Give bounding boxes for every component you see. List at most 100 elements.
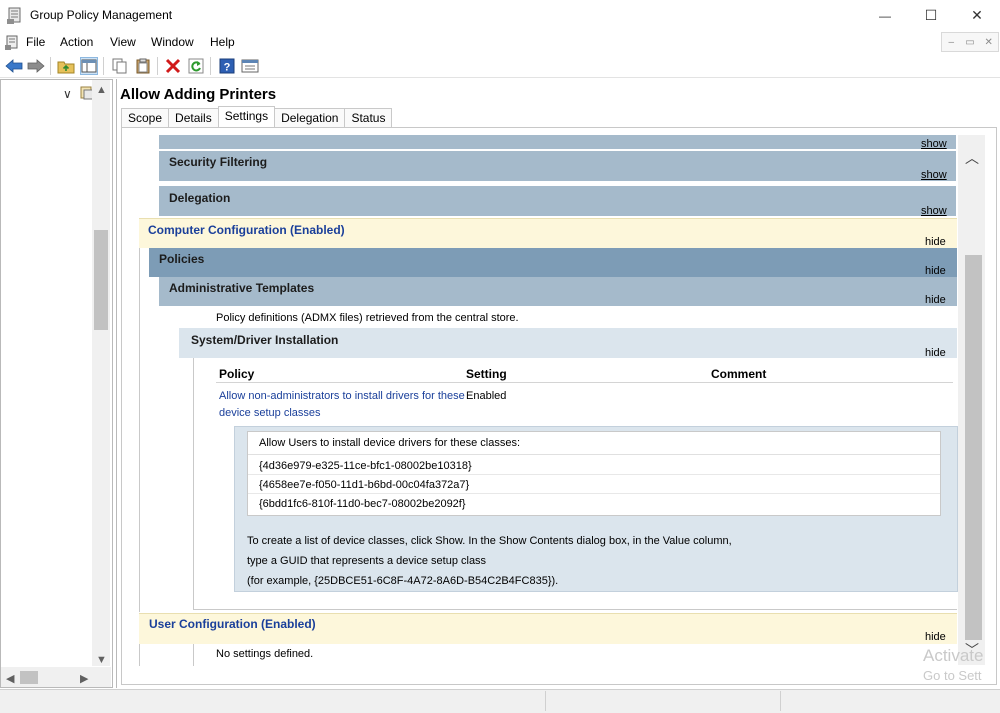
policies-hide-link[interactable]: hide [925, 265, 946, 277]
delegation-show-link[interactable]: show [921, 205, 947, 217]
activation-watermark-subtitle: Go to Sett [923, 668, 982, 683]
delegation-band [159, 186, 956, 216]
show-link[interactable]: show [921, 138, 947, 150]
computer-configuration-hide-link[interactable]: hide [925, 236, 946, 248]
menu-bar [0, 31, 1000, 53]
tree-vertical-scrollbar[interactable] [92, 80, 110, 666]
copy-icon[interactable] [111, 57, 129, 75]
close-button[interactable]: ✕ [954, 0, 1000, 31]
minimize-button[interactable]: — [862, 0, 908, 31]
mdi-close-button[interactable]: ✕ [979, 33, 998, 51]
up-folder-icon[interactable] [57, 57, 75, 75]
device-class-guid: {6bdd1fc6-810f-11d0-bec7-08002be2092f} [259, 498, 466, 510]
report-section-band [159, 135, 956, 149]
report-indent-line [193, 644, 194, 666]
security-filtering-label: Security Filtering [169, 155, 268, 169]
tab-details[interactable]: Details [168, 108, 219, 128]
menu-window[interactable]: Window [151, 35, 194, 49]
list-divider [248, 454, 940, 455]
tree-expand-icon[interactable]: ∨ [63, 87, 72, 101]
explain-text-line: type a GUID that represents a device set… [247, 555, 487, 567]
scroll-up-icon[interactable]: ▲ [96, 84, 107, 96]
policies-label: Policies [159, 252, 205, 266]
tab-status[interactable]: Status [344, 108, 393, 128]
mdi-window-controls: – ▭ ✕ [941, 32, 999, 52]
delegation-label: Delegation [169, 191, 231, 205]
report-indent-line [193, 609, 957, 610]
tree-hscroll-thumb[interactable] [20, 671, 38, 684]
activation-watermark: Activate [923, 646, 984, 665]
report-indent-line [193, 358, 194, 610]
table-header-divider [216, 382, 953, 383]
delete-icon[interactable] [164, 57, 182, 75]
user-configuration-note: No settings defined. [216, 648, 314, 660]
app-icon [7, 7, 23, 25]
system-driver-installation-label: System/Driver Installation [191, 333, 339, 347]
forward-icon[interactable] [27, 57, 45, 75]
show-hide-tree-icon[interactable] [80, 57, 98, 75]
menu-help[interactable]: Help [210, 35, 235, 49]
scroll-right-icon[interactable]: ▶ [80, 672, 88, 685]
tree-scroll-thumb[interactable] [94, 230, 108, 330]
admx-source-note: Policy definitions (ADMX files) retrieve… [216, 312, 519, 324]
toolbar-separator [157, 57, 158, 75]
window-title: Group Policy Management [30, 8, 173, 22]
close-icon: ✕ [971, 7, 983, 23]
properties-icon[interactable] [241, 57, 259, 75]
security-filtering-show-link[interactable]: show [921, 169, 947, 181]
mdi-minimize-button[interactable]: – [942, 33, 961, 51]
tab-delegation[interactable]: Delegation [274, 108, 346, 128]
toolbar-separator [50, 57, 51, 75]
list-divider [248, 474, 940, 475]
policy-link-line1[interactable]: Allow non-administrators to install driv… [219, 390, 465, 402]
status-bar [0, 689, 1000, 713]
scroll-down-icon[interactable]: ▼ [96, 654, 107, 666]
explain-text-line: (for example, {25DBCE51-6C8F-4A72-8A6D-B… [247, 575, 559, 587]
comment-column-header: Comment [711, 367, 767, 381]
policy-link-line2[interactable]: device setup classes [219, 407, 321, 419]
report-scroll-thumb[interactable] [965, 255, 982, 640]
tab-settings[interactable]: Settings [217, 106, 276, 129]
gpo-title: Allow Adding Printers [120, 86, 277, 103]
mdi-restore-button[interactable]: ▭ [961, 33, 980, 51]
report-indent-line [139, 644, 140, 666]
policy-column-header: Policy [219, 367, 255, 381]
gpo-tabs: Scope Details Settings Delegation Status [121, 106, 393, 129]
refresh-icon[interactable] [187, 57, 205, 75]
maximize-icon: ☐ [924, 7, 938, 23]
user-configuration-label: User Configuration (Enabled) [149, 617, 316, 631]
administrative-templates-label: Administrative Templates [169, 281, 315, 295]
status-separator [545, 691, 546, 711]
policies-band [149, 248, 957, 277]
console-menu-icon[interactable] [4, 35, 20, 51]
minimize-icon: — [879, 8, 891, 23]
back-icon[interactable] [5, 57, 23, 75]
svg-text:?: ? [224, 62, 231, 74]
policy-setting-value: Enabled [466, 390, 507, 402]
status-separator [780, 691, 781, 711]
toolbar-separator [103, 57, 104, 75]
device-class-guid: {4658ee7e-f050-11d1-b6bd-00c04fa372a7} [259, 479, 470, 491]
explain-text-line: To create a list of device classes, clic… [247, 535, 732, 547]
maximize-button[interactable]: ☐ [908, 0, 954, 31]
system-driver-installation-hide-link[interactable]: hide [925, 347, 946, 359]
report-indent-line [139, 248, 140, 612]
user-configuration-hide-link[interactable]: hide [925, 631, 946, 643]
tree-horizontal-scrollbar[interactable] [1, 667, 111, 687]
list-divider [248, 493, 940, 494]
menu-view[interactable]: View [110, 35, 136, 49]
administrative-templates-hide-link[interactable]: hide [925, 294, 946, 306]
device-classes-list-title: Allow Users to install device drivers fo… [259, 437, 521, 449]
paste-icon[interactable] [134, 57, 152, 75]
help-icon[interactable]: ? [218, 57, 236, 75]
security-filtering-band [159, 151, 956, 181]
chevron-up-icon[interactable]: ︿ [965, 148, 979, 168]
toolbar-separator [210, 57, 211, 75]
setting-column-header: Setting [466, 367, 507, 381]
scroll-left-icon[interactable]: ◀ [6, 672, 14, 685]
menu-file[interactable]: File [26, 35, 45, 49]
tab-scope[interactable]: Scope [121, 108, 170, 128]
device-class-guid: {4d36e979-e325-11ce-bfc1-08002be10318} [259, 460, 472, 472]
computer-configuration-label: Computer Configuration (Enabled) [148, 223, 345, 237]
menu-action[interactable]: Action [60, 35, 93, 49]
